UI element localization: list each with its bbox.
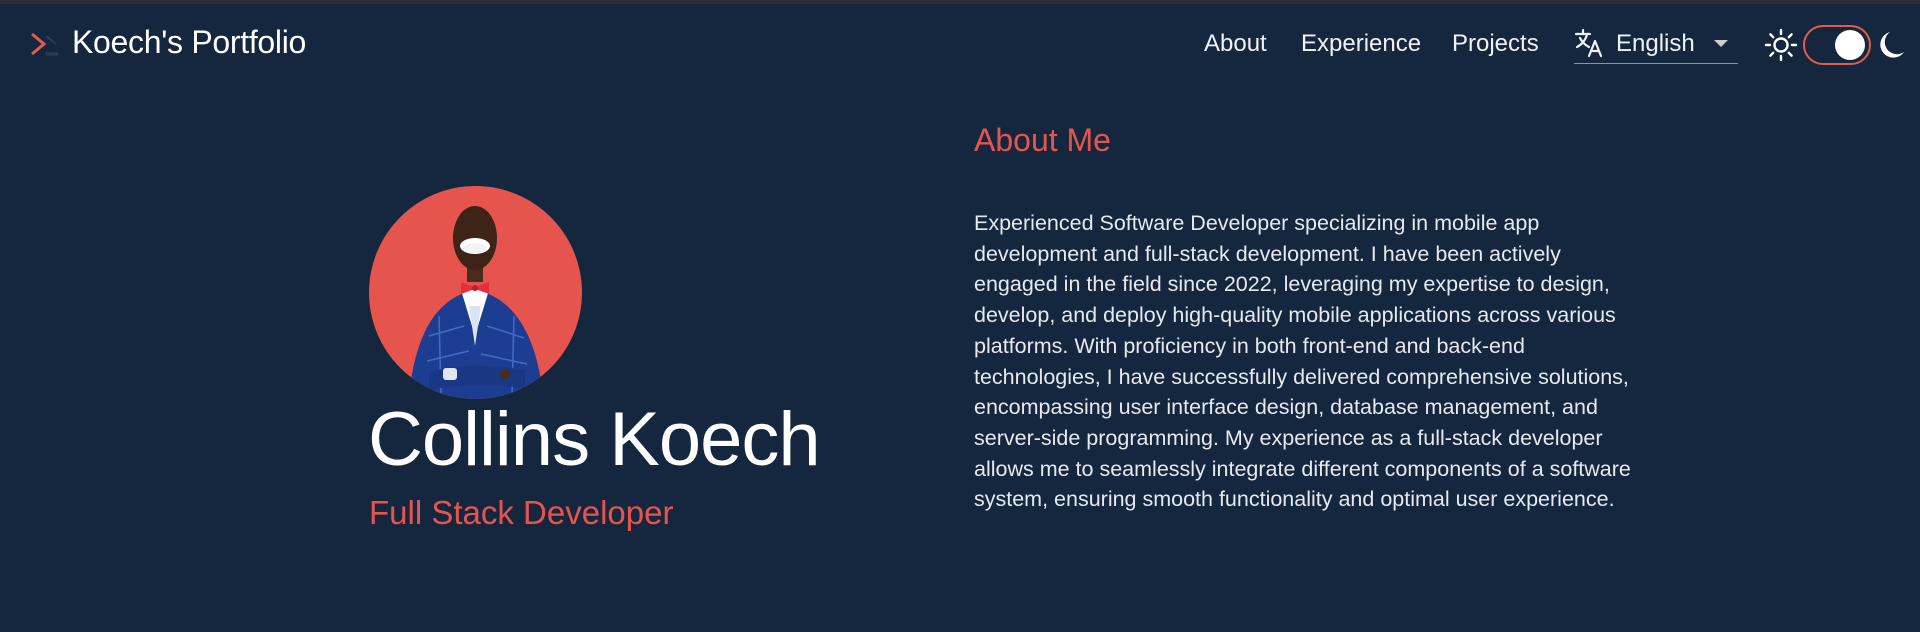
- site-header: Koech's Portfolio About Experience Proje…: [0, 4, 1920, 82]
- moon-icon: [1880, 32, 1904, 58]
- nav-projects-link[interactable]: Projects: [1452, 30, 1539, 58]
- language-value: English: [1616, 30, 1695, 57]
- about-body: Experienced Software Developer specializ…: [974, 211, 1631, 512]
- about-heading: About Me: [974, 122, 1111, 158]
- theme-toggle[interactable]: [1803, 25, 1871, 65]
- nav-experience-link[interactable]: Experience: [1301, 30, 1421, 58]
- profile-photo: [409, 206, 543, 399]
- chevron-down-icon: [1714, 40, 1728, 47]
- profile-name: Collins Koech: [368, 397, 821, 482]
- sun-icon: [1764, 28, 1798, 62]
- profile-role: Full Stack Developer: [369, 494, 674, 531]
- logo-icon[interactable]: [28, 30, 60, 58]
- brand-title[interactable]: Koech's Portfolio: [72, 24, 306, 61]
- translate-icon: [1574, 28, 1603, 58]
- language-select[interactable]: English: [1574, 22, 1738, 64]
- nav-about-link[interactable]: About: [1204, 30, 1267, 58]
- avatar: [369, 186, 582, 399]
- toggle-knob: [1835, 30, 1865, 60]
